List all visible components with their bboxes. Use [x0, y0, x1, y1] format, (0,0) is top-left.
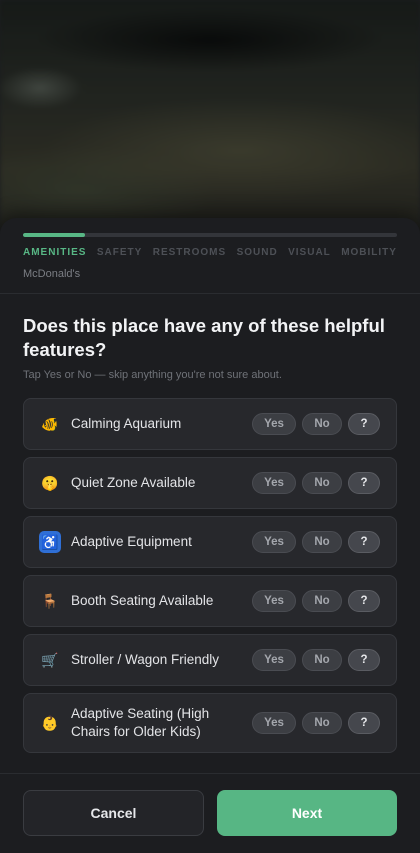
feature-label: Stroller / Wagon Friendly [71, 652, 220, 667]
cancel-button[interactable]: Cancel [23, 790, 204, 836]
answer-buttons: Yes No ? [252, 649, 380, 671]
yes-button[interactable]: Yes [252, 531, 296, 553]
shushing-face-icon: 🤫 [41, 474, 59, 491]
unsure-button[interactable]: ? [348, 712, 380, 734]
feature-label: Adaptive Equipment [71, 534, 192, 549]
feature-label: Quiet Zone Available [71, 475, 196, 490]
survey-sheet: AMENITIES SAFETY RESTROOMS SOUND VISUAL … [0, 218, 420, 853]
answer-buttons: Yes No ? [252, 413, 380, 435]
yes-button[interactable]: Yes [252, 649, 296, 671]
unsure-button[interactable]: ? [348, 649, 380, 671]
answer-buttons: Yes No ? [252, 531, 380, 553]
feature-label: Booth Seating Available [71, 593, 214, 608]
feature-row: 🐠 Calming Aquarium Yes No ? [23, 398, 397, 450]
feature-row: ♿ Adaptive Equipment Yes No ? [23, 516, 397, 568]
unsure-button[interactable]: ? [348, 413, 380, 435]
no-button[interactable]: No [302, 649, 342, 671]
feature-row: 🤫 Quiet Zone Available Yes No ? [23, 457, 397, 509]
step-safety[interactable]: SAFETY [97, 247, 142, 258]
yes-button[interactable]: Yes [252, 472, 296, 494]
unsure-button[interactable]: ? [348, 472, 380, 494]
step-amenities[interactable]: AMENITIES [23, 247, 86, 258]
header-divider [0, 293, 420, 294]
yes-button[interactable]: Yes [252, 413, 296, 435]
no-button[interactable]: No [302, 531, 342, 553]
answer-buttons: Yes No ? [252, 472, 380, 494]
no-button[interactable]: No [302, 712, 342, 734]
yes-button[interactable]: Yes [252, 712, 296, 734]
footer-divider [0, 773, 420, 774]
no-button[interactable]: No [302, 590, 342, 612]
feature-label: Adaptive Seating (High Chairs for Older … [71, 706, 210, 739]
answer-buttons: Yes No ? [252, 590, 380, 612]
baby-icon: 👶 [41, 714, 59, 731]
progress-fill [23, 233, 86, 237]
step-sound[interactable]: SOUND [237, 247, 278, 258]
no-button[interactable]: No [302, 413, 342, 435]
step-mobility[interactable]: MOBILITY [341, 247, 397, 258]
blurred-map-backdrop [0, 0, 420, 240]
yes-button[interactable]: Yes [252, 590, 296, 612]
no-button[interactable]: No [302, 472, 342, 494]
feature-label: Calming Aquarium [71, 416, 182, 431]
wheelchair-icon: ♿ [39, 531, 61, 553]
feature-row: 🛒 Stroller / Wagon Friendly Yes No ? [23, 634, 397, 686]
chair-icon: 🪑 [41, 592, 59, 609]
unsure-button[interactable]: ? [348, 531, 380, 553]
question-title: Does this place have any of these helpfu… [23, 315, 385, 360]
fish-icon: 🐠 [41, 415, 59, 432]
next-button[interactable]: Next [217, 790, 397, 836]
feature-row: 👶 Adaptive Seating (High Chairs for Olde… [23, 693, 397, 753]
feature-row: 🪑 Booth Seating Available Yes No ? [23, 575, 397, 627]
place-name: McDonald's [23, 268, 81, 280]
step-tabs: AMENITIES SAFETY RESTROOMS SOUND VISUAL … [23, 247, 397, 258]
answer-buttons: Yes No ? [252, 712, 380, 734]
unsure-button[interactable]: ? [348, 590, 380, 612]
step-visual[interactable]: VISUAL [288, 247, 331, 258]
progress-bar [23, 233, 397, 237]
step-restrooms[interactable]: RESTROOMS [153, 247, 226, 258]
question-hint: Tap Yes or No — skip anything you're not… [23, 369, 282, 381]
shopping-cart-icon: 🛒 [41, 651, 59, 668]
